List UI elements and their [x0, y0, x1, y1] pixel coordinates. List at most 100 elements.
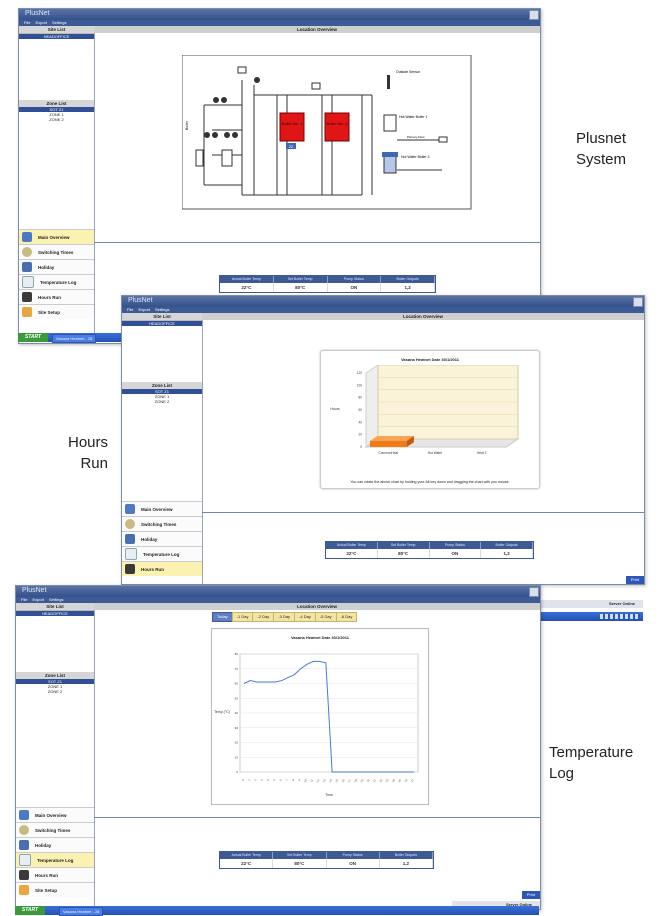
start-button[interactable]: START: [18, 333, 48, 342]
col-boiler-outputs: Boiler Outputs: [481, 542, 533, 549]
nav-label: Switching Times: [38, 249, 74, 255]
close-icon[interactable]: [529, 587, 539, 597]
hours-chart-title: Vasana Heatnet Date 30/1/2011: [400, 357, 460, 362]
col-boiler-outputs: Boiler Outputs: [381, 276, 435, 283]
y-tick-label: 40: [358, 420, 362, 424]
holiday-icon: [125, 534, 135, 544]
boiler-outputs-value: 1,2: [380, 859, 433, 868]
nav-holiday[interactable]: Holiday: [122, 531, 202, 546]
col-actual-boiler-temp: Actual Boiler Temp: [326, 542, 378, 549]
print-button[interactable]: Print: [522, 891, 540, 899]
taskbar-tab[interactable]: Vasana Heatnet - 28: [52, 334, 97, 343]
nav-temperature-log[interactable]: Temperature Log: [16, 852, 94, 867]
tab-minus-1-day[interactable]: -1 Day: [231, 612, 254, 622]
caption-text: Plusnet System: [576, 130, 627, 168]
start-button[interactable]: START: [15, 906, 45, 915]
close-icon[interactable]: [529, 10, 539, 20]
divider: [202, 512, 644, 513]
return-label: Boiler: [185, 120, 189, 130]
boiler-2[interactable]: [324, 112, 350, 142]
x-tick-label: 2: [253, 778, 257, 782]
nav-label: Temperature Log: [37, 857, 74, 863]
window-hours-run: PlusNet File Export Settings Site List HEA…: [121, 295, 645, 585]
app-title: PlusNet: [22, 587, 47, 594]
nav-switching-times[interactable]: Switching Times: [122, 516, 202, 531]
sidebar: Site List HEADOFFICE Zone List SOT Z1 ZO…: [16, 603, 95, 909]
x-tick-label: 26: [403, 778, 408, 783]
divider: [94, 242, 540, 243]
boiler-1[interactable]: [279, 112, 305, 142]
col-set-boiler-temp: Set Boiler Temp: [274, 276, 328, 283]
x-tick-label: 4: [266, 778, 270, 782]
nav-site-setup[interactable]: Site Setup: [19, 304, 94, 319]
temp-chart-frame: Vasana Heatnet Date 30/1/2011 0 10 20 30 40 5…: [211, 628, 429, 805]
tab-today[interactable]: Today: [212, 612, 233, 622]
day-tabs: Today -1 Day -2 Day -3 Day -4 Day -5 Day…: [212, 612, 358, 622]
x-tick-label: Hot Water: [428, 451, 443, 455]
clock-icon: [125, 519, 135, 529]
y-tick-label: 50: [235, 696, 239, 700]
zone-list-item[interactable]: ZONE 2: [19, 117, 94, 122]
y-axis-label: Hours: [330, 407, 340, 411]
actual-boiler-temp-value: 22°C: [326, 549, 378, 558]
boiler-status-table: Actual Boiler Temp Set Boiler Temp Pump …: [219, 851, 434, 869]
boiler-outputs-value: 1,2: [381, 283, 435, 292]
boiler-status-table: Actual Boiler Temp Set Boiler Temp Pump …: [325, 541, 534, 559]
caption-text: Hours Run: [67, 434, 108, 472]
titlebar: PlusNet: [16, 586, 540, 597]
nav-label: Switching Times: [141, 521, 177, 527]
nav-holiday[interactable]: Holiday: [16, 837, 94, 852]
nav-site-setup[interactable]: Site Setup: [16, 882, 94, 897]
tab-minus-3-day[interactable]: -3 Day: [273, 612, 296, 622]
pump-status-value: ON: [328, 283, 382, 292]
col-set-boiler-temp: Set Boiler Temp: [273, 852, 327, 859]
nav-hours-run[interactable]: Hours Run: [16, 867, 94, 882]
zone-list-item[interactable]: ZONE 2: [16, 689, 94, 694]
print-button[interactable]: Print: [626, 576, 644, 584]
nav-main-overview[interactable]: Main Overview: [122, 501, 202, 516]
taskbar-tab[interactable]: Vasana Heatnet - 28: [59, 907, 104, 916]
nav-switching-times[interactable]: Switching Times: [19, 244, 94, 259]
status-header-row: Actual Boiler Temp Set Boiler Temp Pump …: [220, 276, 435, 283]
tab-minus-5-day[interactable]: -5 Day: [314, 612, 337, 622]
y-tick-label: 40: [235, 711, 239, 715]
nav-hours-run[interactable]: Hours Run: [122, 561, 202, 576]
flow-box: [438, 136, 448, 143]
x-tick-label: Heat 2: [477, 451, 487, 455]
nav-switching-times[interactable]: Switching Times: [16, 822, 94, 837]
nav-label: Holiday: [35, 842, 52, 848]
setup-icon: [22, 307, 32, 317]
zone-list-header: Zone List: [19, 100, 94, 107]
x-tick-label: 9: [297, 778, 301, 782]
y-tick-label: 60: [358, 408, 362, 412]
nav-temperature-log[interactable]: Temperature Log: [122, 546, 202, 561]
outside-sensor-label: Outside Sensor: [396, 70, 421, 74]
tab-minus-6-day[interactable]: -6 Day: [335, 612, 358, 622]
hot-water-2-label: Hot Water Boiler 2: [401, 155, 430, 159]
clock-icon: [22, 247, 32, 257]
boiler-status-table: Actual Boiler Temp Set Boiler Temp Pump …: [219, 275, 436, 293]
x-tick-label: 7: [285, 778, 289, 782]
site-list-area: [16, 616, 94, 671]
pump-status-value: ON: [430, 549, 482, 558]
site-list-area: [19, 39, 94, 99]
y-tick-label: 0: [360, 445, 362, 449]
temp-chart-title: Vasana Heatnet Date 30/1/2011: [290, 635, 350, 640]
tray-icons: [600, 614, 640, 619]
pump-status-value: ON: [327, 859, 380, 868]
zone-list-item[interactable]: ZONE 2: [122, 399, 202, 404]
caption-plusnet-system: Plusnet System: [576, 128, 656, 170]
nav-label: Main Overview: [35, 812, 67, 818]
nav-main-overview[interactable]: Main Overview: [16, 807, 94, 822]
nav-holiday[interactable]: Holiday: [19, 259, 94, 274]
tab-minus-4-day[interactable]: -4 Day: [294, 612, 316, 622]
close-icon[interactable]: [633, 297, 643, 307]
nav-main-overview[interactable]: Main Overview: [19, 229, 94, 244]
nav-temperature-log[interactable]: Temperature Log: [19, 274, 94, 289]
tank: [221, 149, 233, 167]
bar-chart-icon: [125, 564, 135, 574]
nav-hours-run[interactable]: Hours Run: [19, 289, 94, 304]
tab-minus-2-day[interactable]: -2 Day: [252, 612, 275, 622]
y-tick-label: 60: [235, 682, 239, 686]
caption-hours-run: Hours Run: [56, 432, 108, 474]
